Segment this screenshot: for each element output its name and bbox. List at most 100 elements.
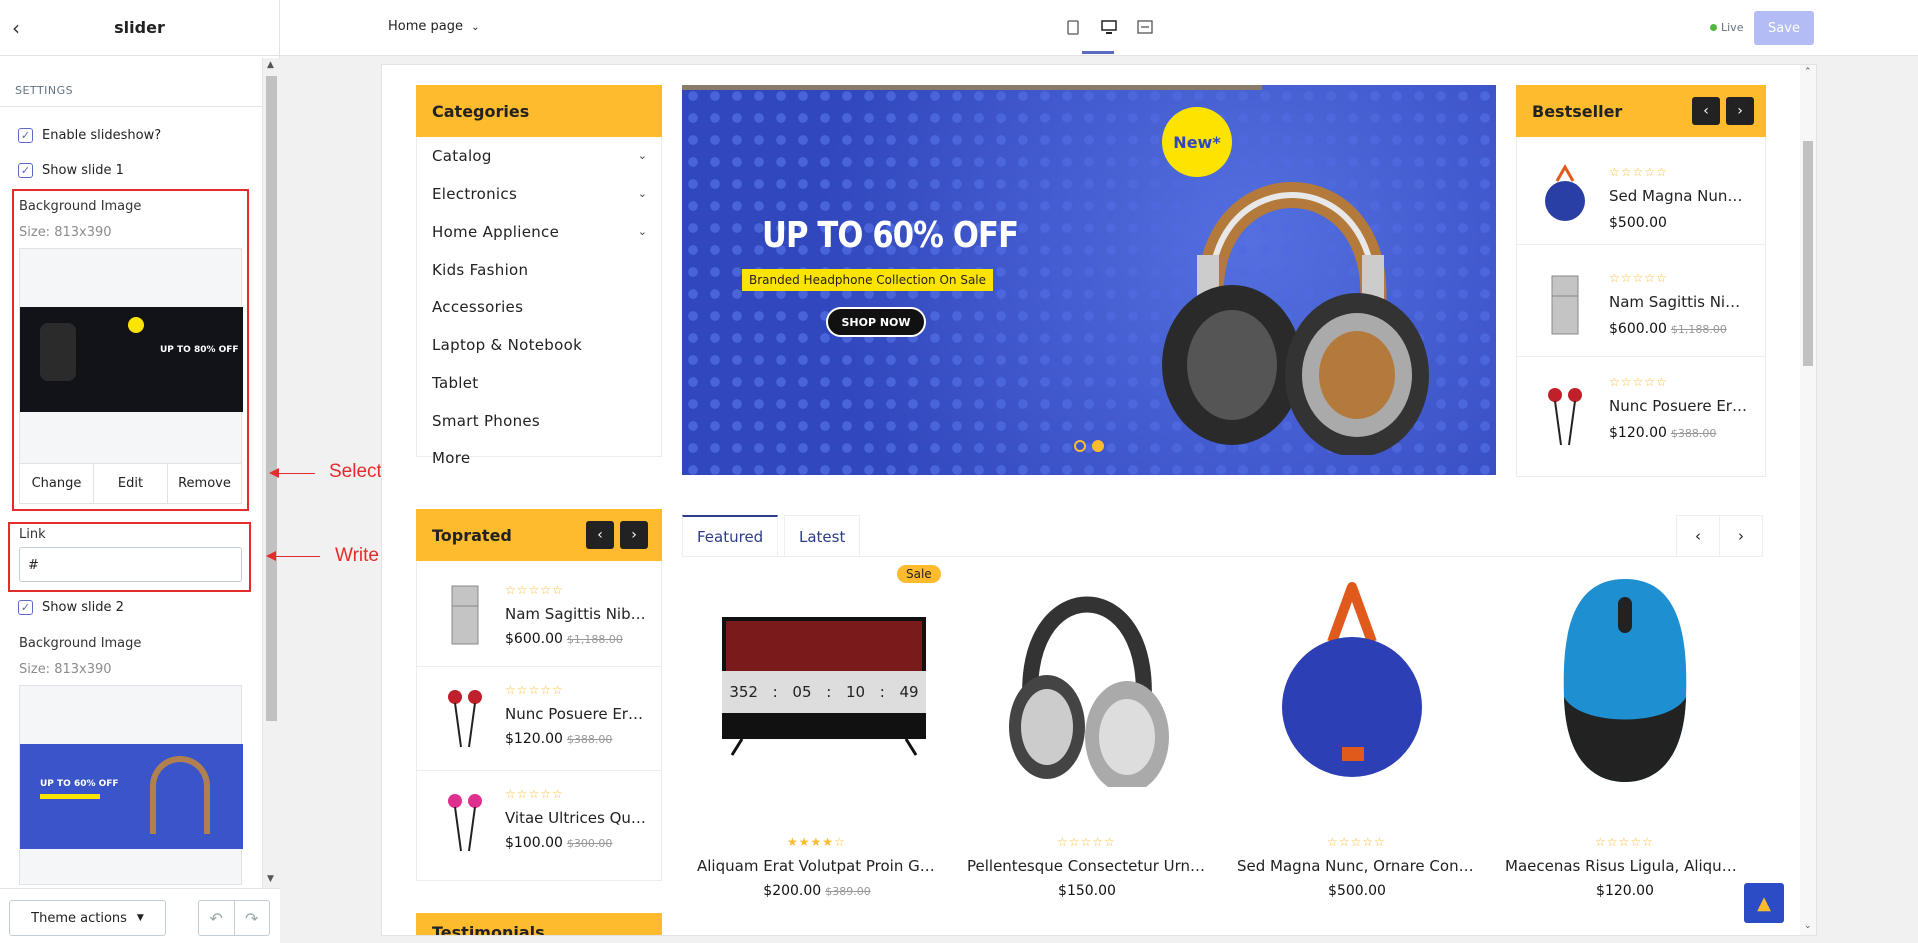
hero-slider[interactable]: UP TO 60% OFF Branded Headphone Collecti… xyxy=(682,85,1496,475)
back-to-top-button[interactable]: ▲ xyxy=(1744,883,1784,923)
price-value: $200.00 xyxy=(763,883,822,899)
product-card[interactable]: ☆☆☆☆☆ Sed Magna Nunc, Ornare Consequat $… xyxy=(1222,557,1492,935)
product-name[interactable]: Nam Sagittis Nibh Non... xyxy=(505,605,647,623)
tab-latest[interactable]: Latest xyxy=(784,515,861,557)
scroll-thumb[interactable] xyxy=(266,76,277,721)
rating-stars-icon: ☆☆☆☆☆ xyxy=(505,787,564,801)
checkbox-checked-icon: ✓ xyxy=(18,600,33,615)
change-image-button[interactable]: Change xyxy=(20,464,94,503)
product-card[interactable]: ☆☆☆☆☆ Pellentesque Consectetur Urna Nec … xyxy=(952,557,1222,935)
bestseller-next-icon[interactable]: › xyxy=(1726,97,1754,125)
product-name[interactable]: Sed Magna Nunc, Ornare Consequat xyxy=(1237,857,1477,875)
rating-stars-icon: ☆☆☆☆☆ xyxy=(505,683,564,697)
scroll-up-icon[interactable]: ▲ xyxy=(267,60,274,70)
list-item[interactable]: ☆☆☆☆☆ Vitae Ultrices Quam... $100.00$300… xyxy=(417,775,661,875)
list-item[interactable]: ☆☆☆☆☆ Nam Sagittis Nibh Non... $600.00$1… xyxy=(1517,257,1765,357)
theme-editor-sidebar: ‹ slider SETTINGS ✓ Enable slideshow? ✓ … xyxy=(0,0,280,943)
product-name[interactable]: Aliquam Erat Volutpat Proin Gravida xyxy=(697,857,937,875)
product-name[interactable]: Nunc Posuere Erat Ac... xyxy=(505,705,647,723)
link-label: Link xyxy=(19,527,46,542)
category-kids-fashion[interactable]: Kids Fashion xyxy=(432,261,528,279)
bg-image-label-2: Background Image xyxy=(19,636,142,651)
slide-dot-active[interactable] xyxy=(1092,440,1104,452)
scroll-down-icon[interactable]: ⌄ xyxy=(1804,921,1812,931)
show-slide-1-checkbox[interactable]: ✓ Show slide 1 xyxy=(18,163,124,178)
slide-dot[interactable] xyxy=(1074,440,1086,452)
banner-headline: UP TO 60% OFF xyxy=(762,215,1019,256)
testimonials-header: Testimonials xyxy=(416,913,662,935)
chevron-down-icon: ⌄ xyxy=(471,22,480,33)
chevron-down-icon[interactable]: ⌄ xyxy=(638,149,647,162)
back-arrow-icon[interactable]: ‹ xyxy=(12,16,20,40)
speaker-image xyxy=(1535,163,1595,223)
tab-featured[interactable]: Featured xyxy=(682,515,779,557)
fullwidth-view-icon[interactable] xyxy=(1132,14,1158,40)
list-item[interactable]: ☆☆☆☆☆ Nam Sagittis Nibh Non... $600.00$1… xyxy=(417,567,661,667)
category-more[interactable]: More xyxy=(432,449,470,467)
product-name[interactable]: Pellentesque Consectetur Urna Nec xyxy=(967,857,1207,875)
settings-heading: SETTINGS xyxy=(15,84,74,97)
thumb-badge-icon xyxy=(128,317,144,333)
category-home-applience[interactable]: Home Applience xyxy=(432,223,559,241)
link-input[interactable]: # xyxy=(19,547,242,582)
edit-image-button[interactable]: Edit xyxy=(94,464,168,503)
list-item[interactable]: ☆☆☆☆☆ Sed Magna Nunc, Ornare Con... $500… xyxy=(1517,145,1765,245)
category-accessories[interactable]: Accessories xyxy=(432,298,523,316)
earphones-image xyxy=(435,793,495,853)
remove-image-button[interactable]: Remove xyxy=(168,464,241,503)
category-catalog[interactable]: Catalog xyxy=(432,147,492,165)
category-electronics[interactable]: Electronics xyxy=(432,185,517,203)
desktop-view-icon[interactable] xyxy=(1096,14,1122,40)
product-name[interactable]: Nam Sagittis Nibh Non... xyxy=(1609,293,1749,311)
old-price: $389.00 xyxy=(825,885,871,898)
show-slide-2-label: Show slide 2 xyxy=(42,600,124,615)
show-slide-2-checkbox[interactable]: ✓ Show slide 2 xyxy=(18,600,124,615)
page-selector-label: Home page xyxy=(388,19,463,34)
product-name[interactable]: Nunc Posuere Erat Ac... xyxy=(1609,397,1749,415)
live-label: Live xyxy=(1721,21,1744,34)
countdown-minutes: 10 xyxy=(845,683,866,701)
bestseller-prev-icon[interactable]: ‹ xyxy=(1692,97,1720,125)
fridge-image xyxy=(1535,275,1595,335)
theme-actions-button[interactable]: Theme actions ▼ xyxy=(9,900,166,936)
bestseller-title: Bestseller xyxy=(1532,101,1623,121)
category-smart-phones[interactable]: Smart Phones xyxy=(432,412,540,430)
product-card[interactable]: ☆☆☆☆☆ Maecenas Risus Ligula, Aliquam Nec… xyxy=(1490,557,1760,935)
list-item[interactable]: ☆☆☆☆☆ Nunc Posuere Erat Ac... $120.00$38… xyxy=(417,671,661,771)
shop-now-button[interactable]: SHOP NOW xyxy=(826,307,926,337)
product-price: $500.00 xyxy=(1609,215,1667,231)
image-picker-slide-2[interactable]: UP TO 60% OFF xyxy=(19,685,243,885)
scroll-up-icon[interactable]: ⌃ xyxy=(1804,67,1812,77)
scroll-down-icon[interactable]: ▼ xyxy=(267,874,274,884)
image-picker-slide-1[interactable]: UP TO 80% OFF Change Edit Remove xyxy=(19,248,243,504)
tabs-prev-icon[interactable]: ‹ xyxy=(1676,515,1720,557)
enable-slideshow-label: Enable slideshow? xyxy=(42,128,162,143)
preview-scrollbar[interactable]: ⌃ ⌄ xyxy=(1800,65,1816,935)
annotation-arrow-icon xyxy=(266,551,276,561)
category-tablet[interactable]: Tablet xyxy=(432,374,478,392)
product-price: $500.00 xyxy=(1222,883,1492,899)
product-name[interactable]: Vitae Ultrices Quam... xyxy=(505,809,647,827)
tabs-next-icon[interactable]: › xyxy=(1719,515,1763,557)
scroll-thumb[interactable] xyxy=(1803,141,1813,366)
toprated-list: ☆☆☆☆☆ Nam Sagittis Nibh Non... $600.00$1… xyxy=(416,561,662,881)
toprated-prev-icon[interactable]: ‹ xyxy=(586,521,614,549)
product-name[interactable]: Maecenas Risus Ligula, Aliquam Nec xyxy=(1505,857,1745,875)
category-laptop-notebook[interactable]: Laptop & Notebook xyxy=(432,336,582,354)
product-price: $600.00 $1,188.00 xyxy=(1609,321,1727,337)
redo-icon[interactable]: ↷ xyxy=(235,901,270,935)
enable-slideshow-checkbox[interactable]: ✓ Enable slideshow? xyxy=(18,128,161,143)
chevron-down-icon[interactable]: ⌄ xyxy=(638,225,647,238)
old-price: $388.00 xyxy=(566,733,613,746)
product-price: $200.00 $389.00 xyxy=(682,883,952,899)
product-card[interactable]: Sale 352: 05: 10: 49 ★★★★☆ Aliquam Erat … xyxy=(682,557,952,935)
save-button[interactable]: Save xyxy=(1754,11,1814,45)
product-name[interactable]: Sed Magna Nunc, Ornare Con... xyxy=(1609,187,1749,205)
undo-icon[interactable]: ↶ xyxy=(199,901,235,935)
toprated-next-icon[interactable]: › xyxy=(620,521,648,549)
product-price: $600.00 $1,188.00 xyxy=(505,631,623,647)
page-selector[interactable]: Home page ⌄ xyxy=(388,19,480,34)
mobile-view-icon[interactable] xyxy=(1060,14,1086,40)
chevron-down-icon[interactable]: ⌄ xyxy=(638,187,647,200)
list-item[interactable]: ☆☆☆☆☆ Nunc Posuere Erat Ac... $120.00$38… xyxy=(1517,369,1765,469)
